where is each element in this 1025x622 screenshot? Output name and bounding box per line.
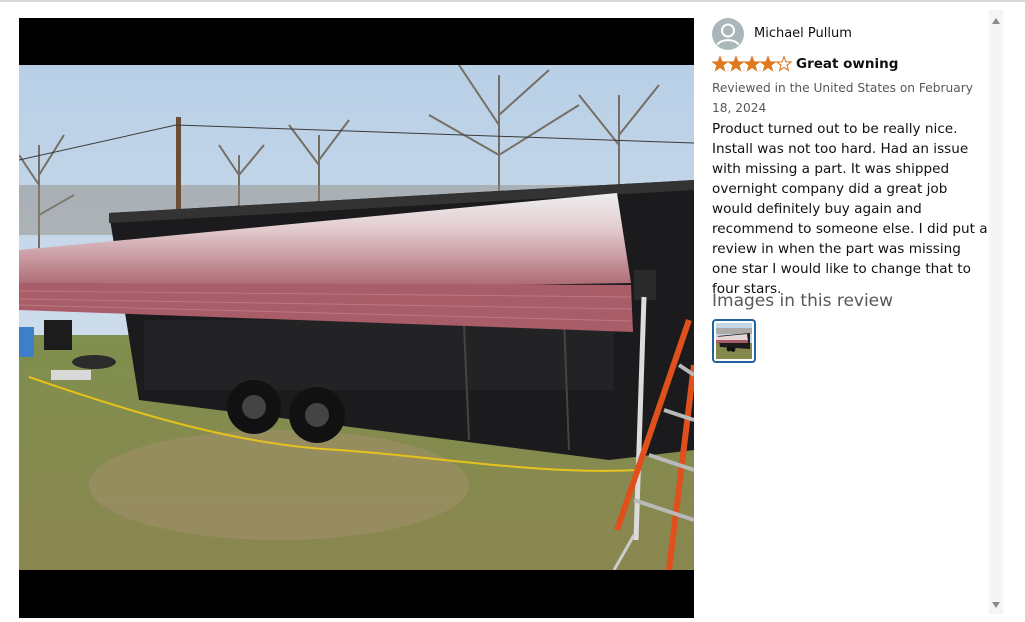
scroll-down-button[interactable]: [989, 598, 1003, 612]
star-rating: [712, 56, 792, 72]
scrollbar[interactable]: [989, 10, 1003, 614]
images-heading: Images in this review: [712, 291, 894, 311]
star-filled-icon: [712, 56, 729, 72]
review-image-viewer[interactable]: [19, 18, 694, 618]
review-title: Great owning: [796, 56, 899, 72]
star-filled-icon: [759, 56, 777, 72]
scroll-up-button[interactable]: [989, 14, 1003, 28]
star-empty-icon: [775, 56, 792, 72]
review-photo: [19, 65, 694, 570]
star-filled-icon: [743, 56, 761, 72]
triangle-down-icon: [992, 602, 1000, 608]
top-divider: [0, 0, 1025, 2]
review-panel: Michael Pullum Great owning Reviewed in …: [712, 18, 988, 618]
thumbnail-image: [716, 323, 752, 359]
review-image-thumbnail[interactable]: [712, 319, 756, 363]
star-filled-icon: [727, 56, 745, 72]
user-avatar-icon: [712, 18, 744, 50]
reviewer-name[interactable]: Michael Pullum: [754, 26, 852, 41]
review-date: Reviewed in the United States on Februar…: [712, 81, 973, 115]
review-text: Product turned out to be really nice. In…: [712, 121, 988, 297]
triangle-up-icon: [992, 18, 1000, 24]
